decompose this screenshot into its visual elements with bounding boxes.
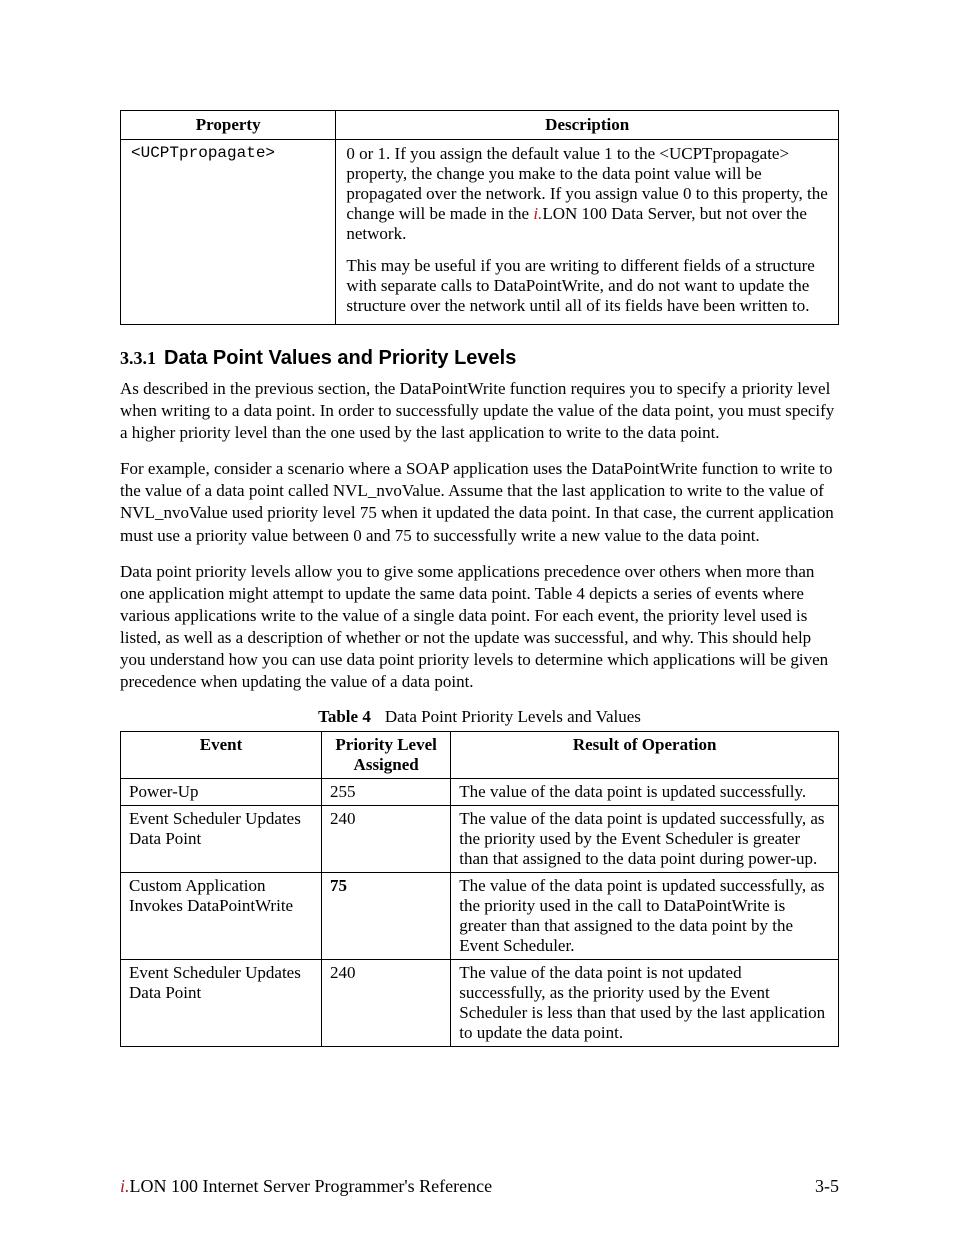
priority-cell: 255 — [322, 779, 451, 806]
col-result-header: Result of Operation — [451, 732, 839, 779]
property-cell: <UCPTpropagate> — [121, 140, 336, 325]
footer-italic-i: i. — [120, 1176, 130, 1196]
document-page: Property Description <UCPTpropagate> 0 o… — [0, 0, 954, 1235]
priority-table: Event Priority Level Assigned Result of … — [120, 731, 839, 1047]
body-paragraph-2: For example, consider a scenario where a… — [120, 458, 839, 546]
body-paragraph-1: As described in the previous section, th… — [120, 378, 839, 444]
table-row: Event Scheduler Updates Data Point240The… — [121, 806, 839, 873]
event-cell: Custom Application Invokes DataPointWrit… — [121, 873, 322, 960]
col-property-header: Property — [121, 111, 336, 140]
footer-page-number: 3-5 — [815, 1176, 839, 1197]
result-cell: The value of the data point is updated s… — [451, 873, 839, 960]
priority-cell: 75 — [322, 873, 451, 960]
page-footer: i.LON 100 Internet Server Programmer's R… — [120, 1176, 839, 1197]
table-header-row: Property Description — [121, 111, 839, 140]
description-paragraph-1: 0 or 1. If you assign the default value … — [346, 144, 828, 244]
section-heading: 3.3.1 Data Point Values and Priority Leve… — [120, 347, 839, 370]
table-header-row: Event Priority Level Assigned Result of … — [121, 732, 839, 779]
col-description-header: Description — [336, 111, 839, 140]
table-row: Custom Application Invokes DataPointWrit… — [121, 873, 839, 960]
table-caption-number: Table 4 — [318, 707, 371, 726]
table-row: Event Scheduler Updates Data Point240The… — [121, 960, 839, 1047]
table-caption: Table 4 Data Point Priority Levels and Va… — [120, 707, 839, 727]
priority-cell: 240 — [322, 806, 451, 873]
result-cell: The value of the data point is updated s… — [451, 806, 839, 873]
table-caption-text: Data Point Priority Levels and Values — [385, 707, 641, 726]
body-paragraph-3: Data point priority levels allow you to … — [120, 561, 839, 694]
result-cell: The value of the data point is updated s… — [451, 779, 839, 806]
property-table: Property Description <UCPTpropagate> 0 o… — [120, 110, 839, 325]
table-row: <UCPTpropagate> 0 or 1. If you assign th… — [121, 140, 839, 325]
footer-title-text: LON 100 Internet Server Programmer's Ref… — [130, 1176, 493, 1196]
footer-title: i.LON 100 Internet Server Programmer's R… — [120, 1176, 492, 1197]
section-title: Data Point Values and Priority Levels — [164, 347, 516, 369]
event-cell: Event Scheduler Updates Data Point — [121, 806, 322, 873]
section-number: 3.3.1 — [120, 348, 156, 368]
event-cell: Power-Up — [121, 779, 322, 806]
description-cell: 0 or 1. If you assign the default value … — [336, 140, 839, 325]
event-cell: Event Scheduler Updates Data Point — [121, 960, 322, 1047]
col-priority-header: Priority Level Assigned — [322, 732, 451, 779]
result-cell: The value of the data point is not updat… — [451, 960, 839, 1047]
description-paragraph-2: This may be useful if you are writing to… — [346, 256, 828, 316]
col-event-header: Event — [121, 732, 322, 779]
italic-span: i. — [533, 204, 542, 223]
priority-cell: 240 — [322, 960, 451, 1047]
table-row: Power-Up255The value of the data point i… — [121, 779, 839, 806]
